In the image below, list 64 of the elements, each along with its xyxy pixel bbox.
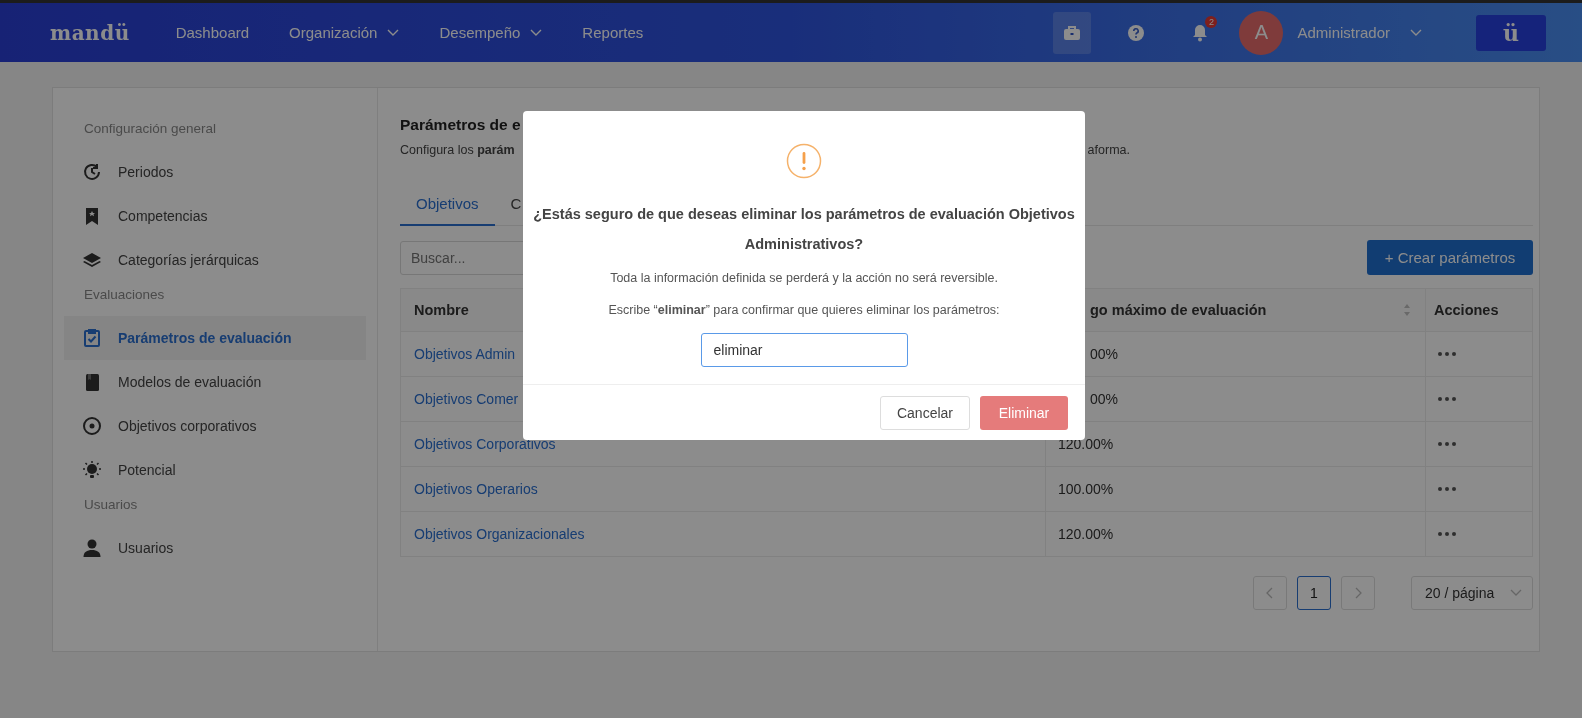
sidebar-item[interactable]: Usuarios (64, 526, 366, 570)
page-title: Parámetros de e (400, 116, 522, 134)
notification-badge: 2 (1205, 15, 1218, 28)
sidebar-item[interactable]: Objetivos corporativos (64, 404, 366, 448)
section-title: Usuarios (83, 496, 139, 514)
sidebar-item[interactable]: Parámetros de evaluación (64, 316, 366, 360)
sun-icon (82, 460, 102, 480)
user-name[interactable]: Administrador (1297, 24, 1390, 41)
chevron-right-icon (1354, 587, 1362, 599)
more-icon[interactable] (1438, 397, 1456, 401)
sidebar-item[interactable]: Competencias (64, 194, 366, 238)
page-description: Configura los parám (400, 143, 515, 157)
nav-link[interactable]: Reportes (582, 24, 644, 41)
brand-button[interactable]: ü (1476, 14, 1546, 51)
nav-link[interactable]: Organización (289, 24, 400, 41)
layers-icon (82, 250, 102, 270)
table-cell: 120.00% (1058, 526, 1114, 542)
sidebar-item[interactable]: Modelos de evaluación (64, 360, 366, 404)
bell-icon (1192, 23, 1209, 42)
more-icon[interactable] (1438, 352, 1456, 356)
chevron-left-icon (1266, 587, 1274, 599)
history-icon (82, 162, 102, 182)
row-link[interactable]: Objetivos Organizacionales (414, 526, 585, 542)
delete-button[interactable]: Eliminar (980, 395, 1068, 430)
target-icon (82, 416, 102, 436)
avatar[interactable]: A (1239, 10, 1284, 55)
user-icon (82, 538, 102, 558)
confirm-input[interactable]: eliminar (700, 333, 908, 367)
create-button[interactable]: + Crear parámetros (1367, 240, 1533, 275)
section-title: Evaluaciones (83, 286, 166, 304)
dialog-title: ¿Estás seguro de que deseas eliminar los parámetros de evaluación Objetivos Administrativos? (532, 205, 1076, 254)
row-link[interactable]: Objetivos Corporativos (414, 436, 556, 452)
sidebar-item[interactable]: Periodos (64, 150, 366, 194)
row-link[interactable]: Objetivos Operarios (414, 481, 538, 497)
column-header: Acciones (1433, 301, 1500, 320)
sidebar-item[interactable]: Potencial (64, 448, 366, 492)
page-description: aforma. (1087, 143, 1131, 157)
clipboard-check-icon (82, 328, 102, 348)
dialog-message: Toda la información definida se perderá y la acción no será reversible. (610, 271, 998, 285)
briefcase-icon (1063, 24, 1082, 41)
table-cell: 00% (1090, 346, 1119, 362)
logo[interactable]: mandü (50, 20, 130, 45)
cancel-button[interactable]: Cancelar (879, 395, 970, 430)
more-icon[interactable] (1438, 487, 1456, 491)
chevron-down-icon (1510, 589, 1522, 597)
more-icon[interactable] (1438, 532, 1456, 536)
table-cell: 120.00% (1058, 436, 1114, 452)
row-link[interactable]: Objetivos Comer (414, 391, 519, 407)
table-cell: 00% (1090, 391, 1119, 407)
section-title: Configuración general (83, 120, 218, 138)
sidebar-item[interactable]: Categorías jerárquicas (64, 238, 366, 282)
warning-icon (786, 143, 822, 179)
nav-link[interactable]: Dashboard (175, 24, 250, 41)
column-header: go máximo de evaluación (1090, 302, 1268, 318)
tab[interactable]: Objetivos (400, 185, 495, 226)
nav-link[interactable]: Desempeño (439, 24, 543, 41)
page-size-select[interactable]: 20 / página (1411, 576, 1533, 610)
more-icon[interactable] (1438, 442, 1456, 446)
row-link[interactable]: Objetivos Admin (414, 346, 516, 362)
dialog-instruction: Escribe “eliminar” para confirmar que quieres eliminar los parámetros: (608, 303, 1000, 317)
chevron-down-icon[interactable] (1410, 28, 1422, 37)
table-cell: 100.00% (1058, 481, 1114, 497)
page-button[interactable]: 1 (1297, 576, 1331, 610)
help-icon (1127, 23, 1146, 42)
